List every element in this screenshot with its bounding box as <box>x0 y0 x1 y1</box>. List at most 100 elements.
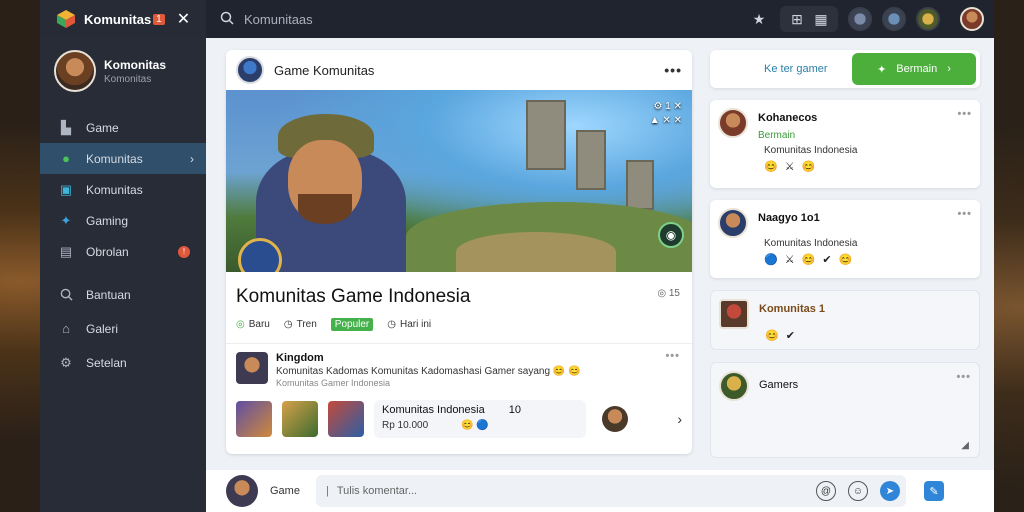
comment-input[interactable]: | Tulis komentar... @ ☺ ➤ <box>315 475 906 507</box>
sidebar-item-game[interactable]: ▙ Game <box>40 112 206 143</box>
toolbar-group: ⊞ ▦ <box>780 6 838 32</box>
sidebar-item-gaming[interactable]: ✦ Gaming <box>40 205 206 236</box>
play-button[interactable]: ✦ Bermain › <box>852 53 976 85</box>
sidebar-item-label: Bantuan <box>86 287 131 302</box>
sidebar-item-komunitas[interactable]: ● Komunitas › <box>40 143 206 174</box>
sidebar-item-obrolan[interactable]: ▤ Obrolan ! <box>40 236 206 267</box>
post-banner-image[interactable]: ⚙ 1 ✕ ▲ ✕ ✕ ◉ <box>226 90 692 272</box>
gamer-label[interactable]: Ke ter gamer <box>764 63 828 75</box>
tag-hari-ini[interactable]: ◷ Hari ini <box>387 319 431 330</box>
product-title: Komunitas Indonesia <box>382 404 485 416</box>
friend-avatar-1[interactable] <box>848 7 872 31</box>
comment-bar-label: Game <box>270 485 300 497</box>
search-bar[interactable]: Komunitaas <box>220 6 720 32</box>
sidebar: Komonitas Komonitas ▙ Game ● Komunitas ›… <box>40 38 206 512</box>
grid-icon[interactable]: ▦ <box>810 8 832 30</box>
sidebar-item-bantuan[interactable]: Bantuan <box>40 279 206 310</box>
card-text: Komunitas Indonesia <box>764 238 858 249</box>
thumbnail[interactable] <box>328 401 364 437</box>
input-actions: @ ☺ ➤ <box>815 481 900 501</box>
emoji-icon[interactable]: ☺ <box>847 481 868 501</box>
seller-avatar[interactable] <box>602 406 628 432</box>
post-tags: ◎ Baru ◷ Tren Populer ◷ Hari ini <box>226 314 692 335</box>
activity-card[interactable]: Kohanecos Bermain Komunitas Indonesia 😊 … <box>710 100 980 188</box>
profile-avatar <box>54 50 96 92</box>
banner-meta-line: ▲ ✕ ✕ <box>649 115 682 126</box>
app-title: Komunitas <box>84 11 152 27</box>
tag-label: Baru <box>248 319 270 330</box>
main-content: Game Komunitas ••• ⚙ 1 ✕ ▲ ✕ ✕ ◉ Komunit… <box>206 38 994 470</box>
card-text: Komunitas Indonesia <box>764 145 858 156</box>
at-icon[interactable]: @ <box>815 481 836 501</box>
attach-icon[interactable]: ✎ <box>923 481 944 501</box>
profile[interactable]: Komonitas Komonitas <box>40 38 206 104</box>
comment-avatar[interactable] <box>236 352 268 384</box>
path <box>456 232 616 272</box>
post-title: Komunitas Game Indonesia ◎ 15 <box>226 272 692 314</box>
tag-baru[interactable]: ◎ Baru <box>236 319 270 330</box>
thumbnail[interactable] <box>236 401 272 437</box>
banner-meta-line: ⚙ 1 ✕ <box>653 101 682 112</box>
send-icon[interactable]: ➤ <box>879 481 900 501</box>
activity-card[interactable]: Komunitas 1 😊 ✔ <box>710 290 980 350</box>
sidebar-item-label: Komunitas <box>86 151 143 166</box>
play-icon[interactable]: ◉ <box>658 222 684 248</box>
card-name: Gamers <box>759 379 799 391</box>
sidebar-item-komunitas-2[interactable]: ▣ Komunitas <box>40 174 206 205</box>
more-options-icon[interactable]: ••• <box>957 208 972 220</box>
friend-avatar-3[interactable] <box>916 7 940 31</box>
card-name: Komunitas 1 <box>759 303 826 315</box>
divider <box>226 343 692 344</box>
more-options-icon[interactable]: ••• <box>665 350 680 362</box>
tag-label: Populer <box>334 319 370 330</box>
card-reactions: 😊 ⚔ 😊 <box>764 161 818 173</box>
comment-bar: Game | Tulis komentar... @ ☺ ➤ ✎ <box>206 470 994 512</box>
circle-icon: ◎ <box>236 319 245 330</box>
tag-label: Tren <box>296 319 317 330</box>
profile-name: Komonitas <box>104 57 167 72</box>
tag-tren[interactable]: ◷ Tren <box>284 319 317 330</box>
product-card[interactable]: Komunitas Indonesia 10 Rp 10.000 😊 🔵 <box>374 400 586 438</box>
gear-icon: ⚙ <box>60 354 72 370</box>
comment: Kingdom Komunitas Kadomas Komunitas Kado… <box>226 350 692 388</box>
card-avatar <box>718 208 748 238</box>
post-title-text: Komunitas Game Indonesia <box>236 286 471 307</box>
activity-card[interactable]: Naagyo 1o1 Komunitas Indonesia 🔵 ⚔ 😊 ✔ 😊… <box>710 200 980 278</box>
activity-card[interactable]: Gamers ••• ◢ <box>710 362 980 458</box>
comment-placeholder: Tulis komentar... <box>336 485 418 497</box>
card-avatar <box>719 371 749 401</box>
inbox-icon: ▤ <box>59 243 73 259</box>
thumbnail[interactable] <box>282 401 318 437</box>
search-icon <box>58 287 74 303</box>
card-name: Naagyo 1o1 <box>758 212 820 224</box>
right-top-bar: Ke ter gamer ✦ Bermain › <box>710 50 980 88</box>
friend-avatar-2[interactable] <box>882 7 906 31</box>
more-options-icon[interactable]: ••• <box>957 108 972 120</box>
user-avatar[interactable] <box>960 7 984 31</box>
sidebar-item-label: Game <box>86 120 119 135</box>
tag-label: Hari ini <box>400 319 432 330</box>
profile-subtitle: Komonitas <box>104 73 152 85</box>
close-icon[interactable]: ✕ <box>177 9 190 29</box>
star-icon[interactable]: ★ <box>748 8 770 30</box>
more-options-icon[interactable]: ••• <box>956 371 971 383</box>
notification-badge: ! <box>178 245 190 258</box>
chevron-down-icon: › <box>947 63 951 75</box>
post-avatar[interactable] <box>236 56 264 84</box>
user-avatar[interactable] <box>226 475 258 507</box>
search-input[interactable]: Komunitaas <box>244 12 313 27</box>
clock-icon: ◷ <box>283 319 293 330</box>
gamepad-icon[interactable]: ⊞ <box>786 8 808 30</box>
sidebar-item-galeri[interactable]: ⌂ Galeri <box>40 313 206 344</box>
comment-author: Kingdom <box>276 352 324 364</box>
sidebar-item-setelan[interactable]: ⚙ Setelan <box>40 347 206 378</box>
top-bar: Komunitas 1 ✕ Komunitaas ★ ⊞ ▦ <box>40 0 994 38</box>
view-count: ◎ 15 <box>657 288 680 299</box>
more-options-icon[interactable]: ••• <box>664 62 682 78</box>
emoji-icon: 😊 🔵 <box>460 420 489 431</box>
card-reactions: 🔵 ⚔ 😊 ✔ 😊 <box>764 254 855 266</box>
logo-cube-icon <box>56 9 76 29</box>
tag-populer[interactable]: Populer <box>330 318 374 331</box>
resize-handle-icon[interactable]: ◢ <box>961 440 969 451</box>
chevron-right-icon[interactable]: › <box>677 411 682 427</box>
